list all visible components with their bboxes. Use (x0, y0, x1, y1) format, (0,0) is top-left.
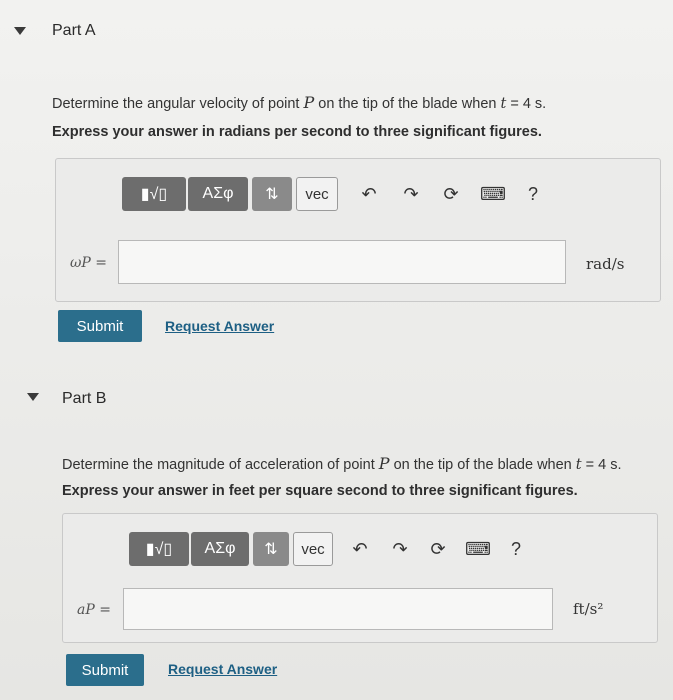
collapse-caret-icon[interactable] (14, 27, 26, 35)
vec-button[interactable]: vec (296, 177, 338, 211)
help-icon[interactable]: ? (518, 179, 548, 209)
greek-symbols-button[interactable]: ΑΣφ (191, 532, 249, 566)
omega-p-label: ωP = (70, 255, 108, 271)
math-toolbar: ▮√▯ ΑΣφ ⇅ vec ↶ ↷ ⟳ ⌨ ? (122, 177, 548, 211)
part-b-instruction: Express your answer in feet per square s… (62, 483, 578, 499)
a-p-label: aP = (77, 602, 111, 618)
reset-icon[interactable]: ⟳ (423, 534, 453, 564)
collapse-caret-icon[interactable] (27, 393, 39, 401)
arrows-button[interactable]: ⇅ (252, 177, 292, 211)
keyboard-icon[interactable]: ⌨ (463, 534, 493, 564)
part-a-instruction: Express your answer in radians per secon… (52, 124, 542, 140)
undo-icon[interactable]: ↶ (345, 534, 375, 564)
unit-ft-per-s2: ft/s² (573, 600, 604, 618)
part-a-answer-box: ▮√▯ ΑΣφ ⇅ vec ↶ ↷ ⟳ ⌨ ? ωP = rad/s (55, 158, 661, 302)
part-a-title: Part A (52, 22, 96, 39)
redo-icon[interactable]: ↷ (396, 179, 426, 209)
a-p-input[interactable] (123, 588, 553, 630)
undo-icon[interactable]: ↶ (354, 179, 384, 209)
templates-button[interactable]: ▮√▯ (122, 177, 186, 211)
submit-button-part-a[interactable]: Submit (58, 310, 142, 342)
templates-button[interactable]: ▮√▯ (129, 532, 189, 566)
help-icon[interactable]: ? (501, 534, 531, 564)
omega-p-input[interactable] (118, 240, 566, 284)
part-b-title: Part B (62, 390, 107, 407)
request-answer-link-part-b[interactable]: Request Answer (168, 661, 277, 677)
part-b-answer-box: ▮√▯ ΑΣφ ⇅ vec ↶ ↷ ⟳ ⌨ ? aP = ft/s² (62, 513, 658, 643)
redo-icon[interactable]: ↷ (385, 534, 415, 564)
request-answer-link-part-a[interactable]: Request Answer (165, 318, 274, 334)
greek-symbols-button[interactable]: ΑΣφ (188, 177, 248, 211)
reset-icon[interactable]: ⟳ (436, 179, 466, 209)
arrows-button[interactable]: ⇅ (253, 532, 289, 566)
math-toolbar: ▮√▯ ΑΣφ ⇅ vec ↶ ↷ ⟳ ⌨ ? (129, 532, 531, 566)
part-a-question: Determine the angular velocity of point … (52, 93, 547, 112)
submit-button-part-b[interactable]: Submit (66, 654, 144, 686)
unit-rad-per-s: rad/s (586, 255, 625, 273)
vec-button[interactable]: vec (293, 532, 333, 566)
keyboard-icon[interactable]: ⌨ (478, 179, 508, 209)
part-b-question: Determine the magnitude of acceleration … (62, 454, 622, 473)
